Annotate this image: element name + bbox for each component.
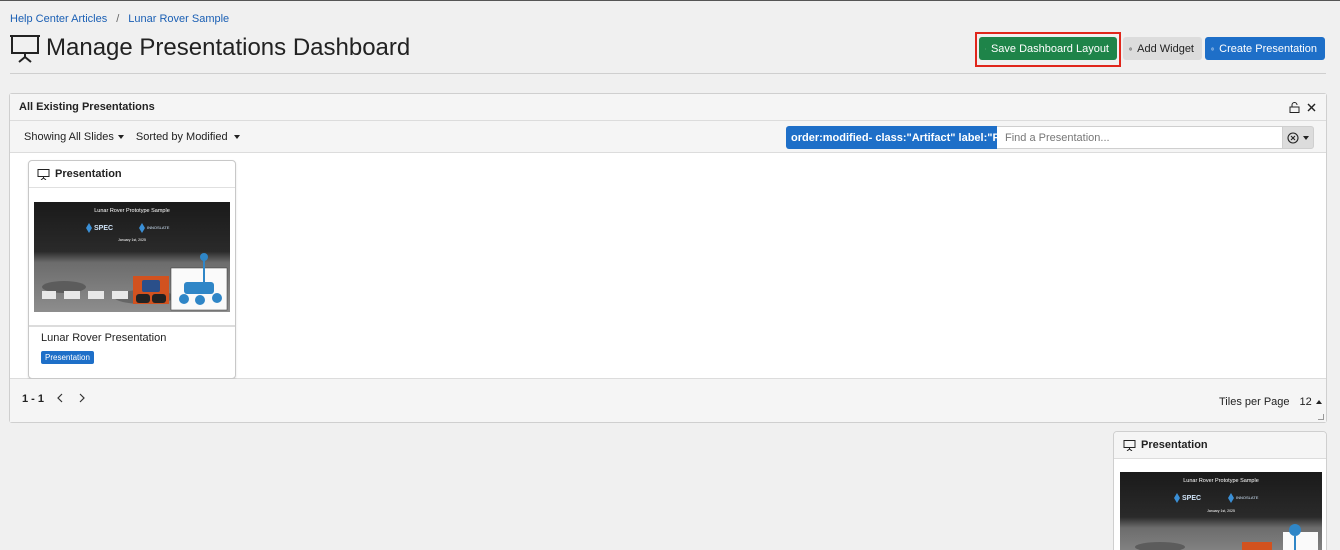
panel-actions [1289, 101, 1317, 113]
presentation-icon [1123, 440, 1136, 451]
tiles-area: Presentation Lunar Rover Prototype Sampl… [10, 153, 1326, 379]
thumbnail-logo-left: SPEC [94, 225, 113, 232]
presentation-tile[interactable]: Presentation Lunar Rover Prototype Sampl… [28, 160, 236, 379]
presentation-icon [10, 35, 40, 63]
tiles-per-page: Tiles per Page 12 [1219, 396, 1322, 408]
panel-title: All Existing Presentations [19, 101, 155, 113]
plus-circle-icon [1129, 47, 1133, 50]
add-widget-label: Add Widget [1137, 42, 1194, 55]
save-dashboard-layout-button[interactable]: Save Dashboard Layout [979, 37, 1117, 60]
sort-dropdown[interactable]: Sorted by Modified [136, 131, 240, 143]
caret-down-icon [233, 134, 240, 139]
breadcrumb-help-center[interactable]: Help Center Articles [10, 13, 107, 25]
widget-thumbnail-logo-left: SPEC [1182, 495, 1201, 502]
presentation-name[interactable]: Lunar Rover Presentation [41, 332, 166, 344]
clear-circle-icon [1287, 131, 1299, 144]
page-title: Manage Presentations Dashboard [46, 34, 411, 61]
search-input[interactable] [997, 126, 1283, 149]
thumbnail-date: January 1st, 2025 [118, 238, 146, 242]
plus-circle-icon [1211, 47, 1215, 50]
panel-header: All Existing Presentations [10, 94, 1326, 121]
title-row: Manage Presentations Dashboard [10, 33, 410, 63]
tile-header: Presentation [29, 161, 235, 188]
save-dashboard-layout-label: Save Dashboard Layout [990, 42, 1109, 55]
presentation-icon [37, 169, 50, 180]
chevron-left-icon [57, 393, 63, 403]
unlock-icon[interactable] [1289, 101, 1300, 113]
widget-thumbnail-title: Lunar Rover Prototype Sample [1183, 478, 1259, 484]
create-presentation-label: Create Presentation [1219, 42, 1317, 55]
breadcrumb-lunar-rover[interactable]: Lunar Rover Sample [128, 13, 229, 25]
breadcrumb: Help Center Articles / Lunar Rover Sampl… [10, 13, 229, 25]
caret-down-icon [117, 134, 124, 139]
presentation-widget: Presentation Lunar Rover Prototype Sampl… [1113, 431, 1327, 550]
tiles-per-page-label: Tiles per Page [1219, 396, 1290, 408]
search-clear-button[interactable] [1282, 126, 1314, 149]
widget-header: Presentation [1114, 432, 1326, 459]
add-widget-button[interactable]: Add Widget [1123, 37, 1202, 60]
panel-footer: 1 - 1 Tiles per Page 12 [10, 379, 1326, 422]
presentation-badge: Presentation [41, 351, 94, 364]
widget-thumbnail[interactable]: Lunar Rover Prototype Sample SPEC INNOSL… [1120, 472, 1322, 550]
widget-thumbnail-date: January 1st, 2025 [1207, 509, 1235, 513]
tiles-per-page-dropdown[interactable]: 12 [1300, 396, 1322, 408]
breadcrumb-separator: / [116, 13, 120, 25]
thumbnail-logo-right: INNOSLATE [147, 225, 170, 230]
widget-header-label: Presentation [1141, 439, 1208, 451]
check-circle-icon [985, 48, 986, 49]
showing-filter-dropdown[interactable]: Showing All Slides [24, 131, 124, 143]
filter-toolbar: Showing All Slides Sorted by Modified or… [10, 121, 1326, 153]
resize-handle[interactable] [1318, 414, 1324, 420]
presentation-thumbnail[interactable]: Lunar Rover Prototype Sample SPEC INNOSL… [34, 202, 230, 312]
next-page-button[interactable] [75, 391, 89, 405]
widget-thumbnail-logo-right: INNOSLATE [1236, 495, 1259, 500]
chevron-right-icon [79, 393, 85, 403]
caret-down-icon [1303, 135, 1309, 140]
create-presentation-button[interactable]: Create Presentation [1205, 37, 1325, 60]
caret-up-icon [1315, 400, 1322, 404]
title-divider [10, 73, 1326, 74]
close-icon[interactable] [1306, 102, 1317, 113]
search-query-chip[interactable]: order:modified- class:"Artifact" label:"… [786, 126, 997, 149]
tiles-per-page-value: 12 [1299, 396, 1312, 408]
presentations-panel: All Existing Presentations Showing All S… [9, 93, 1327, 423]
thumbnail-title: Lunar Rover Prototype Sample [94, 208, 170, 214]
showing-filter-label: Showing All Slides [24, 130, 114, 143]
tile-divider [29, 325, 235, 327]
page-range: 1 - 1 [22, 393, 45, 405]
sort-label: Sorted by Modified [135, 130, 228, 143]
prev-page-button[interactable] [53, 391, 67, 405]
tile-header-label: Presentation [55, 168, 122, 180]
